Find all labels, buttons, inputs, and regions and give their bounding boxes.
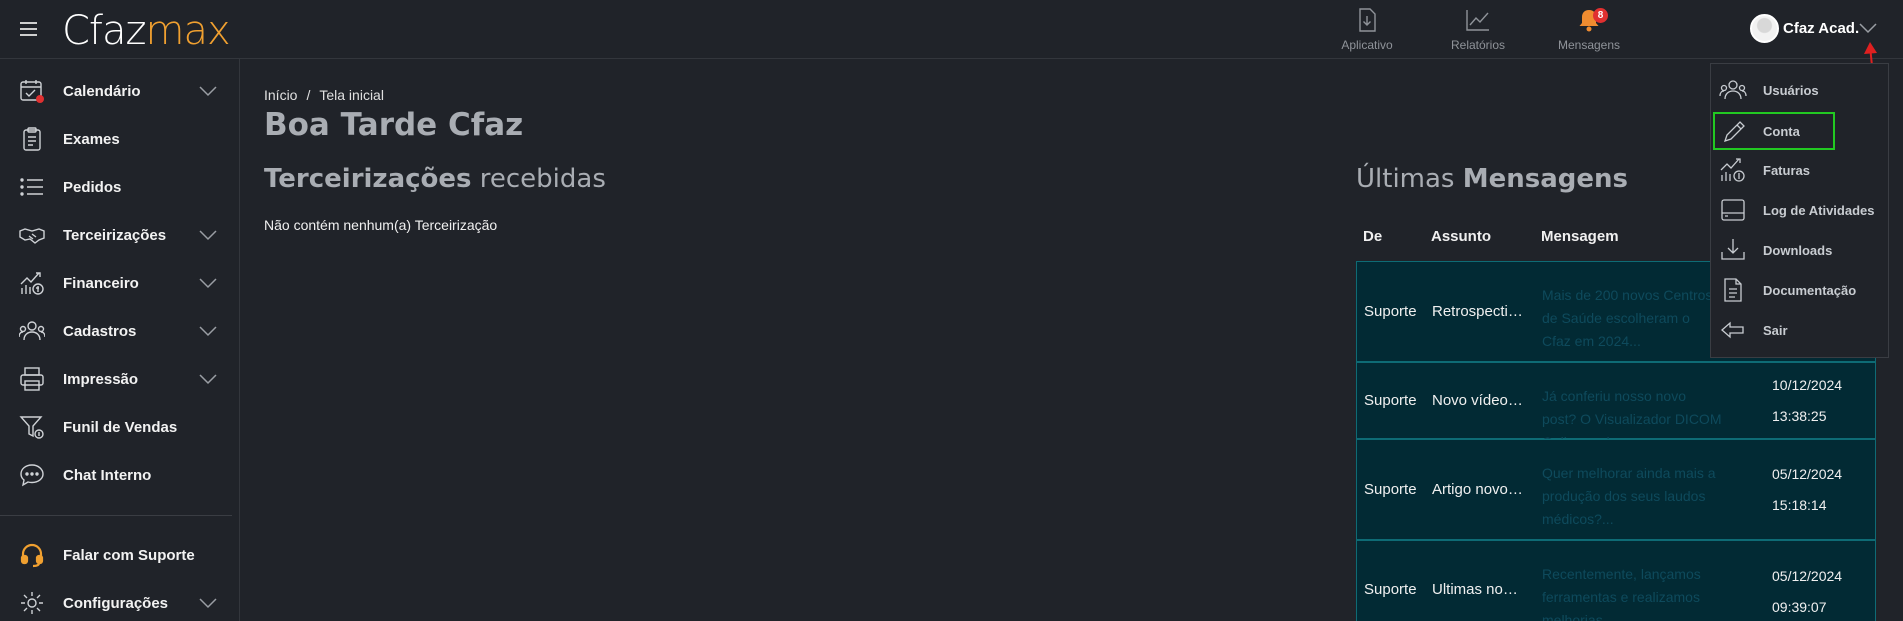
topnav-mensagens[interactable]: 8 Mensagens [1549, 6, 1629, 52]
sidebar-item-impressao[interactable]: Impressão [0, 357, 232, 401]
menu-item-downloads[interactable]: Downloads [1711, 230, 1888, 270]
user-dropdown-menu: Usuários Conta Faturas Log de Atividades… [1710, 63, 1889, 358]
message-preview: Recentemente, lançamos ferramentas e rea… [1542, 566, 1701, 621]
message-date: 05/12/2024 [1772, 466, 1843, 482]
user-name: Cfaz Acad. [1783, 20, 1860, 37]
chart-line-icon [1466, 10, 1489, 31]
handshake-icon [19, 228, 45, 244]
chevron-down-icon [199, 278, 217, 289]
funnel-icon [19, 416, 44, 439]
message-subject: Artigo novo no blog [1432, 481, 1524, 498]
list-icon [20, 178, 43, 196]
sidebar-item-falar-com-suporte[interactable]: Falar com Suporte [0, 533, 232, 577]
pencil-icon [1723, 121, 1745, 143]
activity-log-icon [1721, 199, 1745, 221]
message-from: Suporte [1364, 392, 1417, 409]
sidebar-item-chat-interno[interactable]: Chat Interno [0, 453, 232, 497]
breadcrumb-home[interactable]: Início [264, 87, 297, 103]
menu-item-documentacao[interactable]: Documentação [1711, 270, 1888, 310]
chat-icon [20, 464, 44, 487]
message-time: 13:38:25 [1772, 408, 1827, 424]
chevron-down-icon [199, 230, 217, 241]
printer-icon [20, 367, 44, 391]
hamburger-menu-icon[interactable] [20, 22, 37, 36]
top-bar: Cfazmax Aplicativo Relatórios 8 Mensagen… [0, 0, 1903, 107]
column-header-message: Mensagem [1541, 228, 1619, 245]
message-from: Suporte [1364, 581, 1417, 598]
gear-icon [21, 592, 43, 614]
menu-item-conta[interactable]: Conta [1713, 112, 1835, 150]
chevron-down-icon [199, 326, 217, 337]
sidebar-item-exames[interactable]: Exames [0, 117, 232, 161]
users-icon [1719, 80, 1747, 100]
menu-item-sair[interactable]: Sair [1711, 310, 1888, 350]
messages-badge: 8 [1593, 8, 1608, 23]
logout-icon [1721, 321, 1744, 339]
app-logo[interactable]: Cfazmax [62, 8, 231, 54]
menu-item-log-de-atividades[interactable]: Log de Atividades [1711, 190, 1888, 230]
document-icon [1724, 278, 1742, 302]
downloads-icon [1721, 239, 1745, 260]
avatar [1750, 14, 1779, 43]
outsourcing-empty-text: Não contém nenhum(a) Terceirização [264, 217, 498, 233]
message-subject: Novo vídeo sobre [1432, 392, 1524, 409]
message-time: 09:39:07 [1772, 599, 1827, 615]
sidebar-item-cadastros[interactable]: Cadastros [0, 309, 232, 353]
message-time: 15:18:14 [1772, 497, 1827, 513]
breadcrumb: Início / Tela inicial [264, 87, 384, 103]
table-row[interactable]: Suporte Artigo novo no blog Quer melhora… [1356, 439, 1876, 540]
message-preview: Mais de 200 novos Centros de Saúde escol… [1542, 287, 1713, 349]
message-from: Suporte [1364, 303, 1417, 320]
sidebar-item-funil-de-vendas[interactable]: Funil de Vendas [0, 405, 232, 449]
message-from: Suporte [1364, 481, 1417, 498]
column-header-from: De [1363, 228, 1383, 245]
headset-icon [20, 543, 44, 568]
sidebar-item-terceirizacoes[interactable]: Terceirizações [0, 213, 232, 257]
message-subject: Ultimas novidades [1432, 581, 1524, 598]
message-date: 10/12/2024 [1772, 377, 1843, 393]
chevron-down-icon[interactable] [1858, 22, 1878, 34]
chevron-down-icon [199, 598, 217, 609]
invoice-chart-icon [1720, 158, 1745, 182]
clipboard-icon [23, 127, 41, 151]
message-date: 05/12/2024 [1772, 568, 1843, 584]
sidebar-item-calendario[interactable]: Calendário [0, 69, 232, 113]
table-row[interactable]: Suporte Ultimas novidades Recentemente, … [1356, 540, 1876, 621]
column-header-subject: Assunto [1431, 228, 1491, 245]
menu-item-faturas[interactable]: Faturas [1711, 150, 1888, 190]
page-title: Boa Tarde Cfaz [264, 107, 524, 143]
calendar-icon [20, 80, 44, 103]
menu-item-usuarios[interactable]: Usuários [1711, 70, 1888, 110]
sidebar-item-configuracoes[interactable]: Configurações [0, 581, 232, 621]
finance-chart-icon [20, 272, 44, 295]
sidebar-divider [0, 515, 232, 516]
message-preview: Quer melhorar ainda mais a produção dos … [1542, 465, 1716, 527]
messages-heading: Últimas Mensagens [1356, 164, 1629, 194]
sidebar-item-pedidos[interactable]: Pedidos [0, 165, 232, 209]
chevron-down-icon [199, 86, 217, 97]
user-menu-toggle[interactable]: Cfaz Acad. [1750, 14, 1859, 43]
outsourcing-heading: Terceirizações recebidas [264, 164, 606, 194]
chevron-down-icon [199, 374, 217, 385]
download-file-icon [1359, 8, 1376, 32]
sidebar-item-financeiro[interactable]: Financeiro [0, 261, 232, 305]
people-icon [19, 321, 45, 341]
sidebar: Calendário Exames Pedidos Terceirizações… [0, 59, 240, 621]
breadcrumb-current: Tela inicial [319, 87, 384, 103]
message-subject: Retrospectiva 2024 [1432, 303, 1524, 320]
topnav-relatorios[interactable]: Relatórios [1438, 6, 1518, 52]
table-row[interactable]: Suporte Novo vídeo sobre Já conferiu nos… [1356, 362, 1876, 450]
topnav-aplicativo[interactable]: Aplicativo [1327, 6, 1407, 52]
